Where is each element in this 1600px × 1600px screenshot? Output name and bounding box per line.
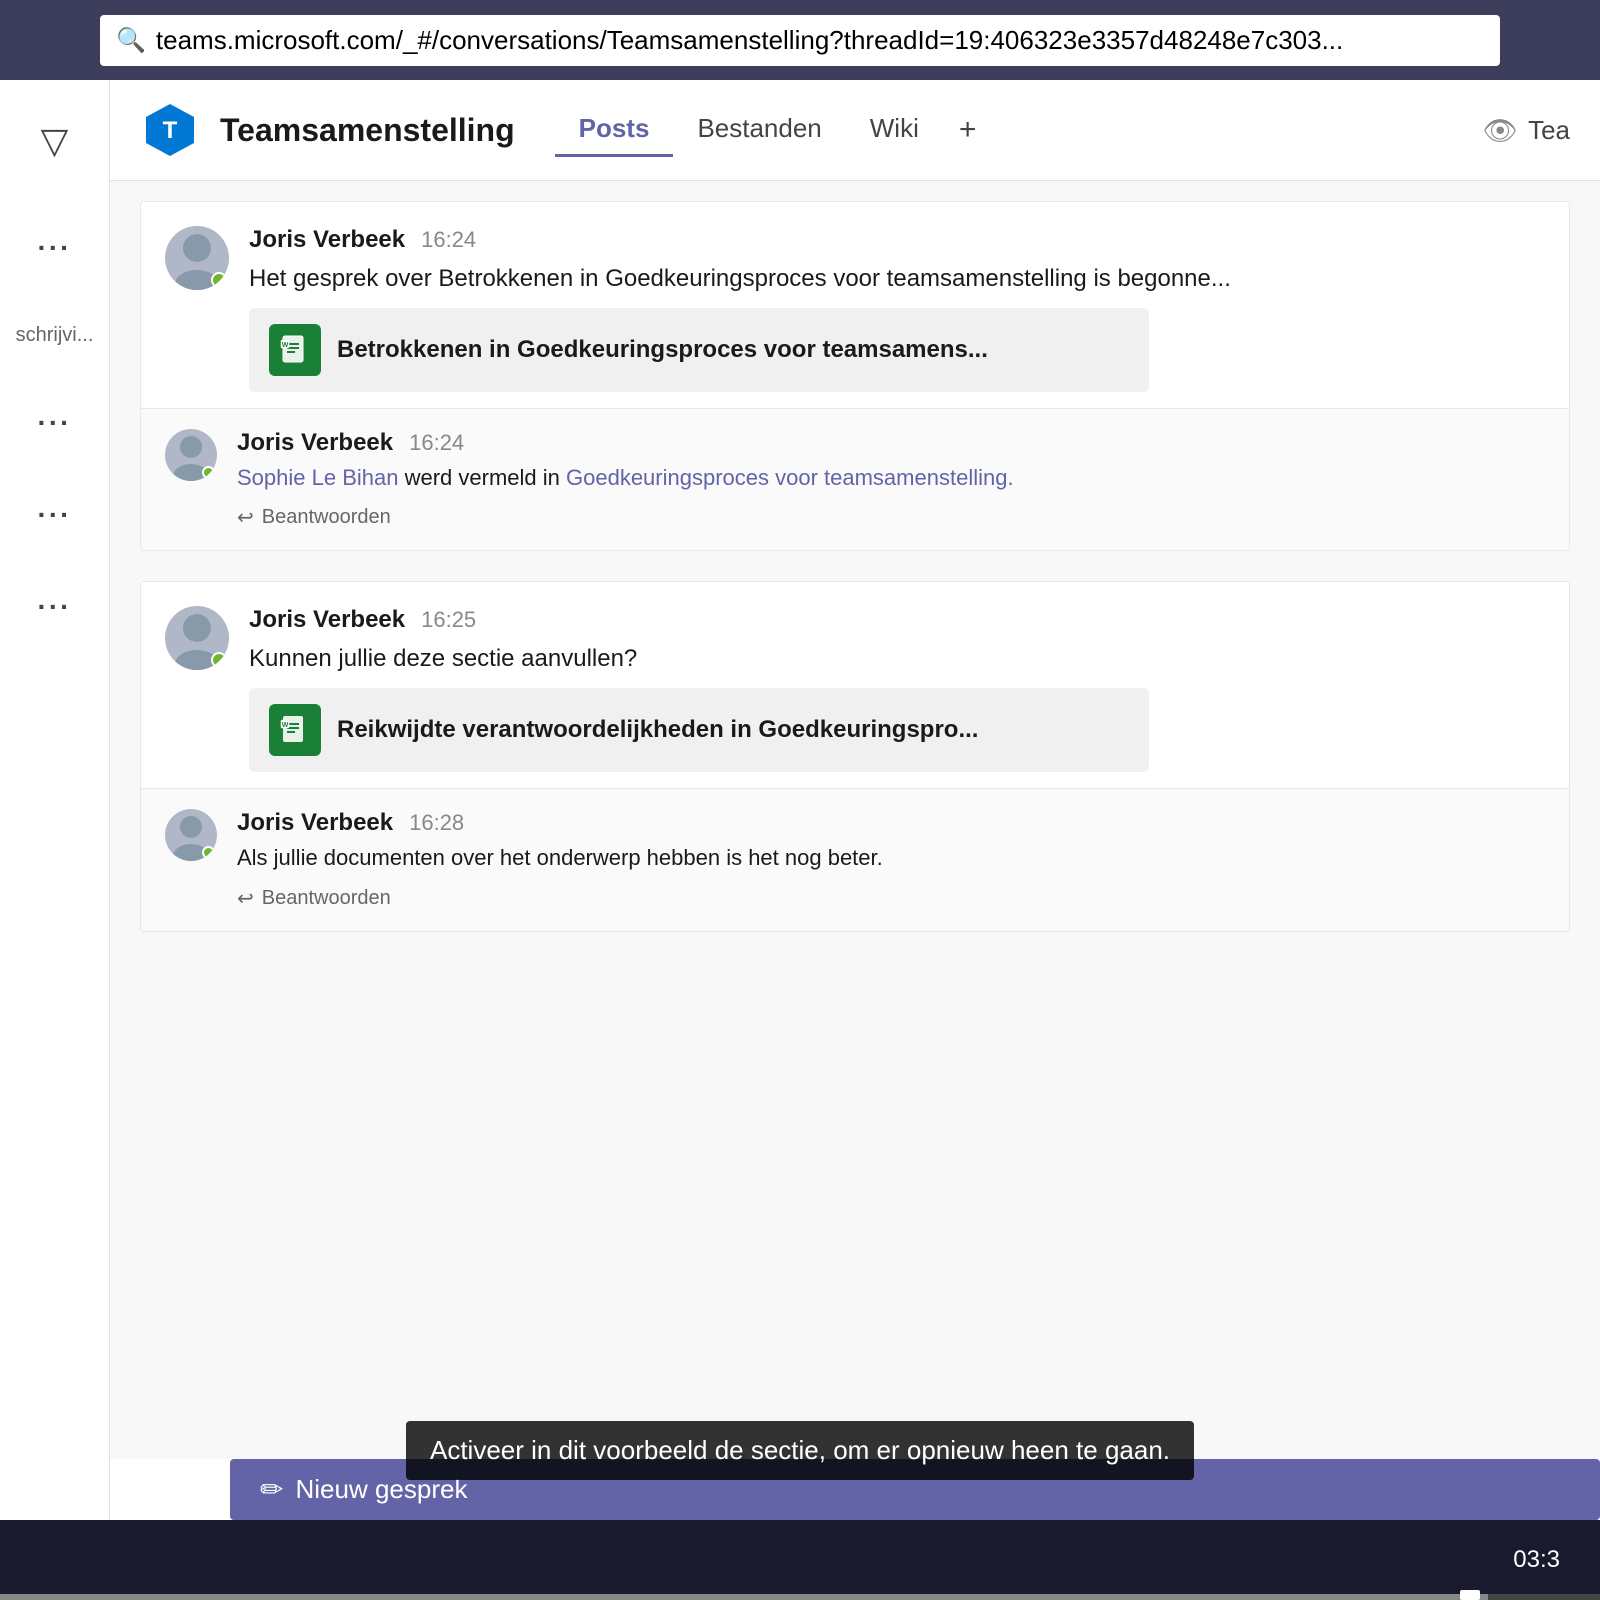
sidebar-item-dots-1[interactable]: ··· <box>28 222 82 274</box>
browser-chrome: 🔍 teams.microsoft.com/_#/conversations/T… <box>0 0 1600 80</box>
search-icon: 🔍 <box>116 26 146 55</box>
sidebar-schrijvi-text: schrijvi... <box>16 324 94 347</box>
video-progress-bar[interactable] <box>0 1594 1600 1600</box>
sidebar-dots-4: ··· <box>38 591 72 623</box>
thread-1-reply: Joris Verbeek 16:24 Sophie Le Bihan werd… <box>141 409 1569 551</box>
video-progress-thumb[interactable] <box>1460 1590 1480 1600</box>
thread-2-attachment-title: Reikwijdte verantwoordelijkheden in Goed… <box>337 716 978 744</box>
sidebar-dots-2: ··· <box>38 407 72 439</box>
sidebar-dots-1: ··· <box>38 232 72 264</box>
svg-text:W: W <box>282 342 289 349</box>
sidebar-item-dots-3[interactable]: ··· <box>28 489 82 541</box>
sidebar-item-dots-2[interactable]: ··· <box>28 397 82 449</box>
sidebar-item-dots-4[interactable]: ··· <box>28 581 82 633</box>
tab-bestanden[interactable]: Bestanden <box>673 103 845 157</box>
thread-2-author: Joris Verbeek <box>249 606 405 634</box>
avatar-joris-reply-2 <box>165 809 217 861</box>
thread-1-reply-header: Joris Verbeek 16:24 <box>237 429 1545 457</box>
nav-tabs: Posts Bestanden Wiki + <box>555 103 993 157</box>
tab-add-button[interactable]: + <box>943 103 993 157</box>
team-name: Teamsamenstelling <box>220 112 515 149</box>
conversations-area[interactable]: Joris Verbeek 16:24 Het gesprek over Bet… <box>110 181 1600 1459</box>
video-progress-fill <box>0 1594 1488 1600</box>
tab-posts[interactable]: Posts <box>555 103 674 157</box>
sidebar: ▽ ··· schrijvi... ··· ··· ··· <box>0 80 110 1520</box>
thread-2-reply-author: Joris Verbeek <box>237 809 393 837</box>
url-text: teams.microsoft.com/_#/conversations/Tea… <box>156 25 1343 56</box>
wiki-icon-1: W <box>279 334 311 366</box>
tab-wiki[interactable]: Wiki <box>846 103 943 157</box>
reply-action-2[interactable]: ↩ Beantwoorden <box>237 886 1545 911</box>
eye-label: Tea <box>1528 115 1570 146</box>
reply-action-1[interactable]: ↩ Beantwoorden <box>237 505 1545 530</box>
teams-header: T Teamsamenstelling Posts Bestanden Wiki… <box>110 80 1600 181</box>
filter-button[interactable]: ▽ <box>41 100 69 182</box>
avatar-joris-reply-1 <box>165 429 217 481</box>
reply-label-2: Beantwoorden <box>262 887 391 910</box>
teams-logo-icon: T <box>140 100 200 160</box>
thread-2-reply-time: 16:28 <box>409 810 464 836</box>
thread-2: Joris Verbeek 16:25 Kunnen jullie deze s… <box>140 581 1570 931</box>
thread-2-text: Kunnen jullie deze sectie aanvullen? <box>249 642 1545 676</box>
new-gesprek-icon: ✏ <box>260 1473 283 1506</box>
wiki-icon-2: W <box>279 714 311 746</box>
mention-verb-text: werd vermeld in <box>405 465 560 490</box>
thread-2-content: Joris Verbeek 16:25 Kunnen jullie deze s… <box>249 606 1545 772</box>
mention-sophie[interactable]: Sophie Le Bihan <box>237 465 398 490</box>
thread-2-reply-text: Als jullie documenten over het onderwerp… <box>237 843 1545 874</box>
thread-1-reply-content: Joris Verbeek 16:24 Sophie Le Bihan werd… <box>237 429 1545 531</box>
thread-1-reply-text: Sophie Le Bihan werd vermeld in Goedkeur… <box>237 463 1545 494</box>
thread-1-author: Joris Verbeek <box>249 226 405 254</box>
eye-icon: 👁 <box>1483 114 1519 147</box>
filter-icon: ▽ <box>41 120 69 162</box>
reply-arrow-icon-2: ↩ <box>237 886 254 911</box>
thread-1-reply-time: 16:24 <box>409 430 464 456</box>
status-dot-reply-2 <box>202 846 215 859</box>
avatar-joris-1 <box>165 226 229 290</box>
thread-1-reply-author: Joris Verbeek <box>237 429 393 457</box>
thread-2-reply: Joris Verbeek 16:28 Als jullie documente… <box>141 789 1569 931</box>
status-dot-reply-1 <box>202 466 215 479</box>
app-container: ▽ ··· schrijvi... ··· ··· ··· T Teamsame… <box>0 80 1600 1520</box>
subtitle-overlay: Activeer in dit voorbeeld de sectie, om … <box>406 1421 1194 1480</box>
thread-2-header: Joris Verbeek 16:25 <box>249 606 1545 634</box>
svg-text:W: W <box>282 722 289 729</box>
thread-1-attachment[interactable]: W Betrokkenen in Goedkeuringsproces voor… <box>249 308 1149 392</box>
attachment-icon-1: W <box>269 324 321 376</box>
svg-text:T: T <box>163 117 178 144</box>
attachment-icon-2: W <box>269 704 321 756</box>
thread-1-time: 16:24 <box>421 227 476 253</box>
status-dot-1 <box>211 272 227 288</box>
sidebar-item-schrijvi[interactable]: schrijvi... <box>6 314 104 357</box>
header-right: 👁 Tea <box>1483 114 1570 147</box>
thread-2-time: 16:25 <box>421 607 476 633</box>
thread-2-reply-header: Joris Verbeek 16:28 <box>237 809 1545 837</box>
reply-link-1[interactable]: Goedkeuringsproces voor teamsamenstellin… <box>566 465 1014 490</box>
avatar-joris-2 <box>165 606 229 670</box>
thread-2-attachment[interactable]: W Reikwijdte verantwoordelijkheden in Go… <box>249 688 1149 772</box>
thread-1-text: Het gesprek over Betrokkenen in Goedkeur… <box>249 262 1545 296</box>
subtitle-text: Activeer in dit voorbeeld de sectie, om … <box>430 1435 1170 1465</box>
status-dot-2 <box>211 652 227 668</box>
video-timestamp: 03:3 <box>1513 1546 1580 1574</box>
sidebar-dots-3: ··· <box>38 499 72 531</box>
reply-label-1: Beantwoorden <box>262 506 391 529</box>
thread-2-reply-content: Joris Verbeek 16:28 Als jullie documente… <box>237 809 1545 911</box>
browser-url-bar[interactable]: 🔍 teams.microsoft.com/_#/conversations/T… <box>100 15 1500 66</box>
main-content: T Teamsamenstelling Posts Bestanden Wiki… <box>110 80 1600 1520</box>
thread-1: Joris Verbeek 16:24 Het gesprek over Bet… <box>140 201 1570 551</box>
thread-1-attachment-title: Betrokkenen in Goedkeuringsproces voor t… <box>337 336 988 364</box>
thread-2-main-message: Joris Verbeek 16:25 Kunnen jullie deze s… <box>141 582 1569 789</box>
reply-arrow-icon-1: ↩ <box>237 505 254 530</box>
thread-1-header: Joris Verbeek 16:24 <box>249 226 1545 254</box>
video-bottom-bar[interactable]: 03:3 <box>0 1520 1600 1600</box>
thread-1-content: Joris Verbeek 16:24 Het gesprek over Bet… <box>249 226 1545 392</box>
thread-1-main-message: Joris Verbeek 16:24 Het gesprek over Bet… <box>141 202 1569 409</box>
